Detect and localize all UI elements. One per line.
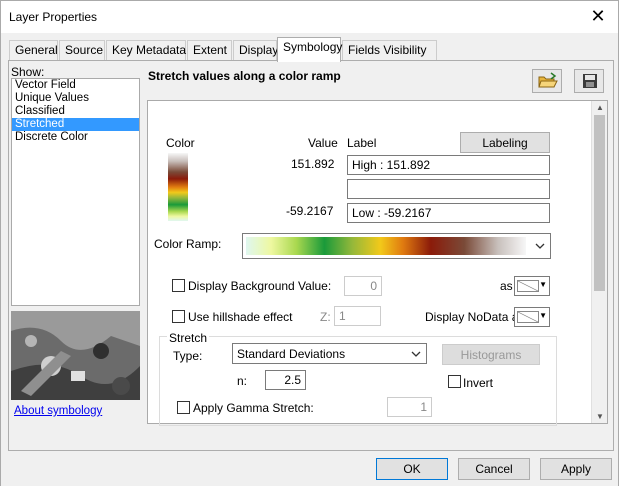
as-label: as (500, 279, 513, 293)
page-title: Stretch values along a color ramp (148, 69, 341, 83)
z-factor-field[interactable]: 1 (334, 306, 381, 326)
save-button[interactable] (574, 69, 604, 93)
tab-symbology[interactable]: Symbology (277, 37, 342, 62)
title-bar: Layer Properties ✕ (1, 1, 618, 33)
gamma-stretch-checkbox[interactable] (177, 401, 190, 414)
no-color-icon (517, 280, 539, 292)
n-value-field[interactable]: 2.5 (265, 370, 306, 390)
hillshade-checkbox[interactable] (172, 310, 185, 323)
z-label: Z: (320, 310, 331, 324)
nodata-color-button[interactable]: ▼ (514, 307, 550, 327)
list-item[interactable]: Vector Field (12, 79, 139, 92)
gamma-value-field[interactable]: 1 (387, 397, 432, 417)
scroll-up-icon[interactable]: ▲ (592, 101, 607, 114)
color-ramp-dropdown[interactable] (242, 233, 551, 259)
tab-key-metadata[interactable]: Key Metadata (106, 40, 186, 61)
list-item[interactable]: Unique Values (12, 92, 139, 105)
label-column-header: Label (347, 136, 377, 150)
tab-source[interactable]: Source (59, 40, 105, 61)
about-symbology-link[interactable]: About symbology (14, 405, 102, 417)
apply-button[interactable]: Apply (540, 458, 612, 480)
folder-open-icon (538, 72, 558, 88)
open-button[interactable] (532, 69, 562, 93)
close-icon[interactable]: ✕ (588, 6, 608, 26)
save-icon (583, 74, 597, 88)
ok-button[interactable]: OK (376, 458, 448, 480)
vertical-scrollbar[interactable]: ▲ ▼ (591, 101, 607, 423)
list-item[interactable]: Discrete Color (12, 131, 139, 144)
chevron-down-icon (535, 243, 545, 249)
tab-extent[interactable]: Extent (187, 40, 232, 61)
symbology-preview-image (11, 311, 140, 400)
value-column-header: Value (308, 136, 338, 150)
dropdown-arrow-icon: ▼ (539, 280, 547, 289)
stretch-type-label: Type: (173, 349, 203, 363)
show-label: Show: (11, 65, 45, 79)
gamma-stretch-label: Apply Gamma Stretch: (193, 401, 314, 415)
list-item[interactable]: Classified (12, 105, 139, 118)
high-label-field[interactable]: High : 151.892 (347, 155, 550, 175)
n-label: n: (237, 374, 248, 388)
layer-properties-dialog: Layer Properties ✕ General Source Key Me… (0, 0, 619, 486)
invert-checkbox[interactable] (448, 375, 461, 388)
legend-color-swatch[interactable] (168, 153, 188, 221)
dropdown-arrow-icon: ▼ (539, 311, 547, 320)
display-nodata-label: Display NoData as (425, 310, 525, 324)
cancel-button[interactable]: Cancel (458, 458, 530, 480)
no-color-icon (517, 311, 539, 323)
stretch-type-dropdown[interactable]: Standard Deviations (232, 343, 427, 364)
scroll-thumb[interactable] (594, 115, 605, 291)
background-color-button[interactable]: ▼ (514, 276, 550, 296)
list-item-selected[interactable]: Stretched (12, 118, 139, 131)
chevron-down-icon (411, 351, 421, 357)
stretch-type-value: Standard Deviations (237, 347, 346, 361)
background-value-field[interactable]: 0 (344, 276, 382, 296)
color-ramp-label: Color Ramp: (154, 237, 222, 251)
high-value: 151.892 (291, 157, 335, 171)
labeling-button[interactable]: Labeling (460, 132, 550, 153)
color-ramp-preview (246, 237, 526, 255)
hillshade-label: Use hillshade effect (188, 310, 293, 324)
tab-general[interactable]: General (9, 40, 58, 61)
window-title: Layer Properties (9, 10, 98, 24)
dialog-footer: OK Cancel Apply (1, 451, 618, 486)
low-label-field[interactable]: Low : -59.2167 (347, 203, 550, 223)
mid-label-field[interactable] (347, 179, 550, 199)
low-value: -59.2167 (286, 204, 334, 218)
tab-display[interactable]: Display (233, 40, 278, 61)
invert-label: Invert (463, 376, 494, 390)
display-background-checkbox[interactable] (172, 279, 185, 292)
scroll-down-icon[interactable]: ▼ (592, 410, 607, 423)
histograms-button[interactable]: Histograms (442, 344, 540, 365)
color-column-header: Color (166, 136, 195, 150)
display-background-label: Display Background Value: (188, 279, 332, 293)
show-list[interactable]: Vector Field Unique Values Classified St… (11, 78, 140, 306)
stretch-group-label: Stretch (167, 331, 210, 345)
tab-fields-visibility[interactable]: Fields Visibility (342, 40, 437, 61)
